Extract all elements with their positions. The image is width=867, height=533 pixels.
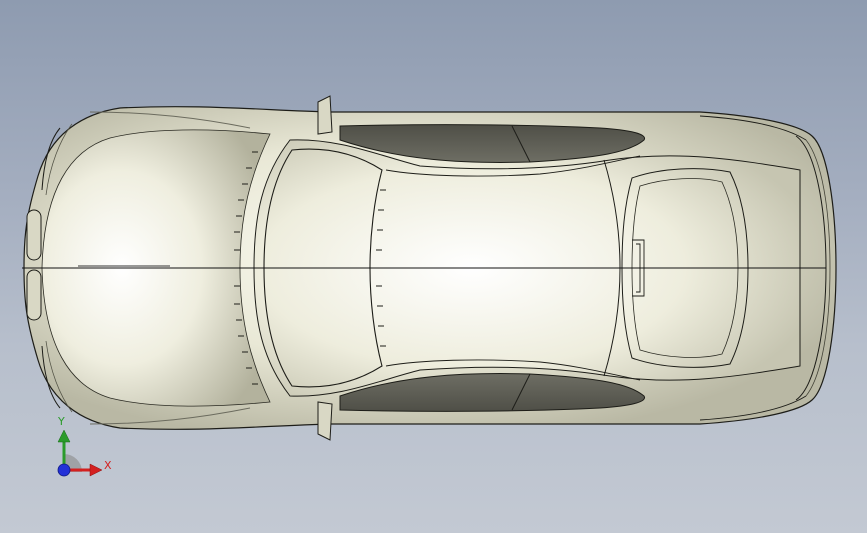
x-axis-label: X <box>104 459 112 472</box>
headlight-right <box>26 269 42 321</box>
triad-graphic <box>57 429 103 477</box>
y-axis-label: Y <box>58 415 65 428</box>
mirror-top <box>317 95 333 135</box>
mirror-bottom <box>317 401 333 441</box>
graphics-viewport[interactable]: Y X <box>0 0 867 533</box>
z-axis-dot <box>57 463 71 477</box>
car-model[interactable] <box>0 0 867 533</box>
reference-triad: Y X <box>44 412 124 482</box>
headlight-left <box>26 209 42 261</box>
